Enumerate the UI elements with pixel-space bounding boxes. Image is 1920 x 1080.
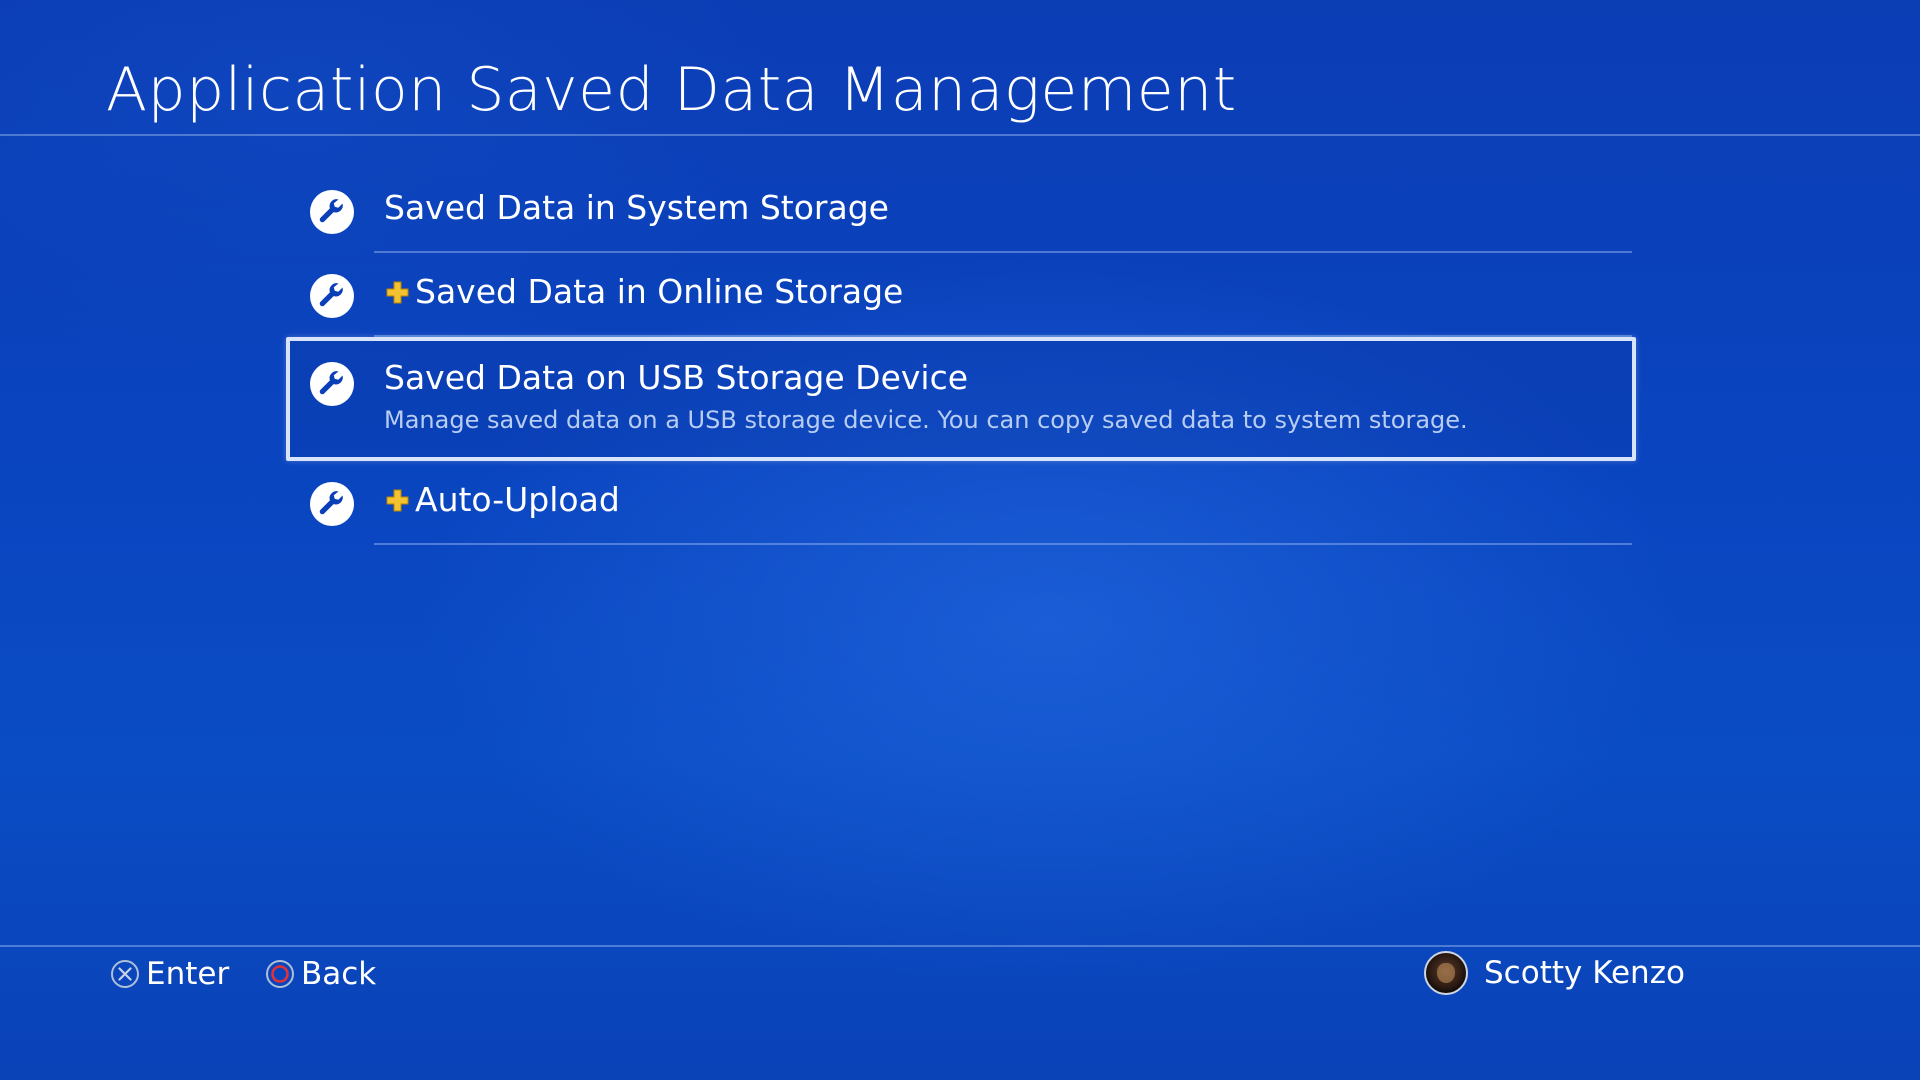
menu-item-label: Auto-Upload (415, 480, 620, 519)
menu-item-description: Manage saved data on a USB storage devic… (384, 406, 1468, 434)
wrench-icon (310, 190, 354, 234)
enter-button[interactable]: Enter (110, 952, 229, 996)
back-button[interactable]: Back (265, 952, 376, 996)
enter-label: Enter (146, 956, 230, 992)
header-divider (0, 134, 1920, 136)
user-profile: Scotty Kenzo (1424, 950, 1685, 996)
back-label: Back (301, 956, 377, 992)
user-name: Scotty Kenzo (1484, 955, 1685, 991)
wrench-icon (310, 362, 354, 406)
circle-button-icon (265, 959, 295, 989)
cross-button-icon (110, 959, 140, 989)
avatar (1424, 951, 1468, 995)
page-title: Application Saved Data Management (106, 55, 1237, 125)
menu-item-label-row: Auto-Upload (384, 478, 620, 522)
wrench-icon (310, 274, 354, 318)
menu-item-label-row: Saved Data in Online Storage (384, 270, 903, 314)
menu-item-label: Saved Data in System Storage (384, 188, 889, 227)
wrench-icon (310, 482, 354, 526)
menu-item-system-storage[interactable]: Saved Data in System Storage (286, 169, 1636, 253)
settings-menu: Saved Data in System Storage Saved Data … (286, 169, 1636, 545)
menu-item-label: Saved Data in Online Storage (415, 272, 904, 311)
menu-item-online-storage[interactable]: Saved Data in Online Storage (286, 253, 1636, 337)
divider (374, 543, 1632, 545)
ps-plus-icon (384, 279, 411, 306)
footer-divider (0, 945, 1920, 947)
menu-item-label: Saved Data on USB Storage Device (384, 358, 969, 397)
menu-item-usb-storage[interactable]: Saved Data on USB Storage Device Manage … (286, 337, 1636, 461)
menu-item-auto-upload[interactable]: Auto-Upload (286, 461, 1636, 545)
ps-plus-icon (384, 487, 411, 514)
